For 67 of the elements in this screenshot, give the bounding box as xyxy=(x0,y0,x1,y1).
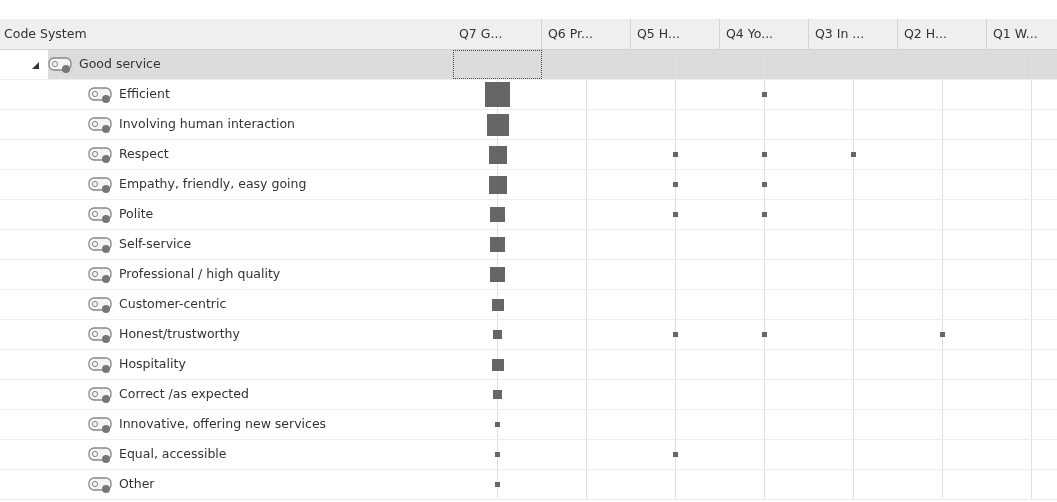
tree-item[interactable]: Equal, accessible xyxy=(88,440,453,469)
frequency-square xyxy=(762,182,767,187)
frequency-square xyxy=(488,175,507,194)
tree-item[interactable]: Innovative, offering new services xyxy=(88,410,453,439)
frequency-square xyxy=(495,452,500,457)
code-icon xyxy=(88,235,115,254)
code-icon xyxy=(48,55,75,74)
code-icon xyxy=(88,175,115,194)
frequency-square xyxy=(762,152,767,157)
frequency-square xyxy=(851,152,856,157)
code-icon xyxy=(88,265,115,284)
code-icon xyxy=(88,355,115,374)
frequency-square xyxy=(673,182,678,187)
matrix-cell[interactable] xyxy=(453,50,542,79)
tree-item[interactable]: Respect xyxy=(88,140,453,169)
matrix-cell[interactable] xyxy=(542,50,631,79)
tree-item[interactable]: Customer-centric xyxy=(88,290,453,319)
frequency-square xyxy=(490,267,505,282)
frequency-square xyxy=(495,422,500,427)
frequency-square xyxy=(673,152,678,157)
code-icon xyxy=(88,145,115,164)
frequency-square xyxy=(491,358,504,371)
column-header[interactable]: Q4 Yo... xyxy=(720,19,809,49)
frequency-square xyxy=(485,82,510,107)
tree-item[interactable]: Good service xyxy=(48,50,453,79)
frequency-square xyxy=(493,330,502,339)
frequency-square xyxy=(491,298,504,311)
code-icon xyxy=(88,475,115,494)
matrix-cell[interactable] xyxy=(987,50,1057,79)
code-icon xyxy=(88,115,115,134)
tree-item[interactable]: Efficient xyxy=(88,80,453,109)
frequency-square xyxy=(673,332,678,337)
tree-item[interactable]: Empathy, friendly, easy going xyxy=(88,170,453,199)
column-header[interactable]: Q1 W... xyxy=(987,19,1057,49)
column-header[interactable]: Code System xyxy=(0,19,453,49)
tree-item[interactable]: Hospitality xyxy=(88,350,453,379)
tree-item[interactable]: Self-service xyxy=(88,230,453,259)
frequency-square xyxy=(490,237,505,252)
frequency-square xyxy=(493,390,502,399)
frequency-square xyxy=(762,212,767,217)
code-icon xyxy=(88,325,115,344)
code-icon xyxy=(88,85,115,104)
tree-item[interactable]: Correct /as expected xyxy=(88,380,453,409)
frequency-square xyxy=(762,332,767,337)
tree-item[interactable]: Professional / high quality xyxy=(88,260,453,289)
frequency-square xyxy=(486,113,509,136)
frequency-square xyxy=(762,92,767,97)
frequency-square xyxy=(495,482,500,487)
code-icon xyxy=(88,385,115,404)
column-header[interactable]: Q2 H... xyxy=(898,19,987,49)
frequency-square xyxy=(488,145,507,164)
frequency-square xyxy=(490,207,505,222)
tree-item[interactable]: Involving human interaction xyxy=(88,110,453,139)
code-icon xyxy=(88,205,115,224)
column-header[interactable]: Q7 G... xyxy=(453,19,542,49)
column-header[interactable]: Q6 Pr... xyxy=(542,19,631,49)
frequency-square xyxy=(673,452,678,457)
code-icon xyxy=(88,445,115,464)
tree-item[interactable]: Polite xyxy=(88,200,453,229)
tree-item[interactable]: Honest/trustworthy xyxy=(88,320,453,349)
tree-item[interactable]: Other xyxy=(88,470,453,499)
code-icon xyxy=(88,415,115,434)
column-header[interactable]: Q3 In ... xyxy=(809,19,898,49)
frequency-square xyxy=(940,332,945,337)
column-header[interactable]: Q5 H... xyxy=(631,19,720,49)
code-icon xyxy=(88,295,115,314)
frequency-square xyxy=(673,212,678,217)
